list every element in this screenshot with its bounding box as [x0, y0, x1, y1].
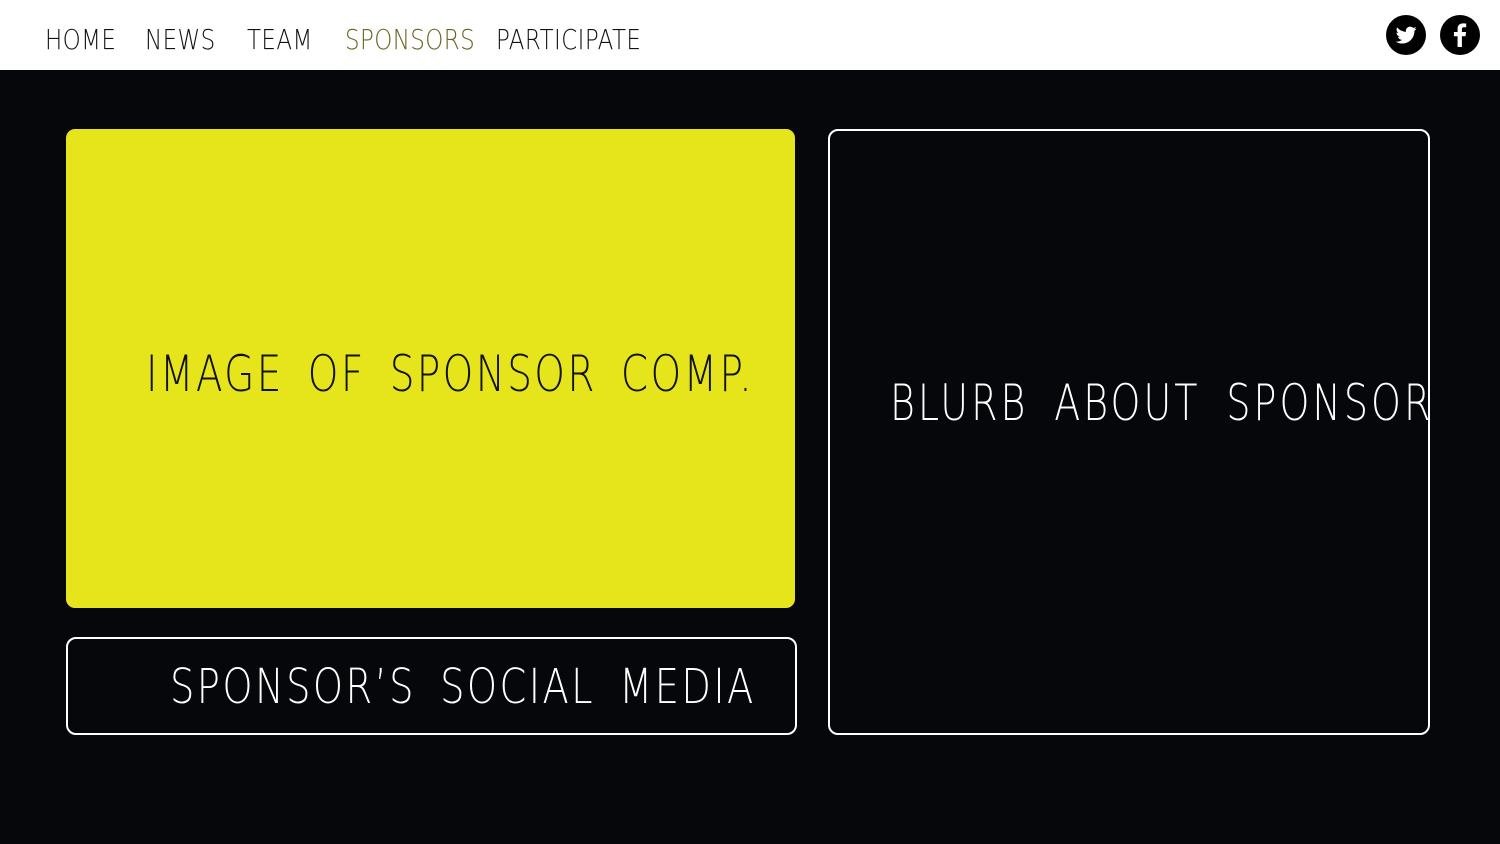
nav-link-home[interactable]: HOME — [45, 24, 116, 56]
top-navigation-bar: HOME NEWS TEAM SPONSORS PARTICIPATE — [0, 0, 1500, 70]
nav-link-sponsors[interactable]: SPONSORS — [345, 24, 475, 56]
sponsor-social-media-box[interactable]: SPONSOR’S SOCIAL MEDIA — [66, 637, 797, 735]
sponsor-blurb-label: BLURB ABOUT SPONSOR — [890, 374, 1434, 432]
nav-link-news[interactable]: NEWS — [145, 24, 216, 56]
twitter-icon — [1395, 26, 1417, 44]
twitter-button[interactable] — [1386, 15, 1426, 55]
nav-link-participate[interactable]: PARTICIPATE — [496, 24, 641, 56]
sponsor-image-label: IMAGE OF SPONSOR COMP. — [146, 345, 755, 403]
sponsor-social-media-label: SPONSOR’S SOCIAL MEDIA — [170, 659, 756, 715]
sponsor-image-placeholder: IMAGE OF SPONSOR COMP. — [66, 129, 795, 608]
nav-link-team[interactable]: TEAM — [247, 24, 313, 56]
sponsor-blurb-box: BLURB ABOUT SPONSOR — [828, 129, 1430, 735]
facebook-button[interactable] — [1440, 15, 1480, 55]
facebook-icon — [1453, 23, 1467, 47]
